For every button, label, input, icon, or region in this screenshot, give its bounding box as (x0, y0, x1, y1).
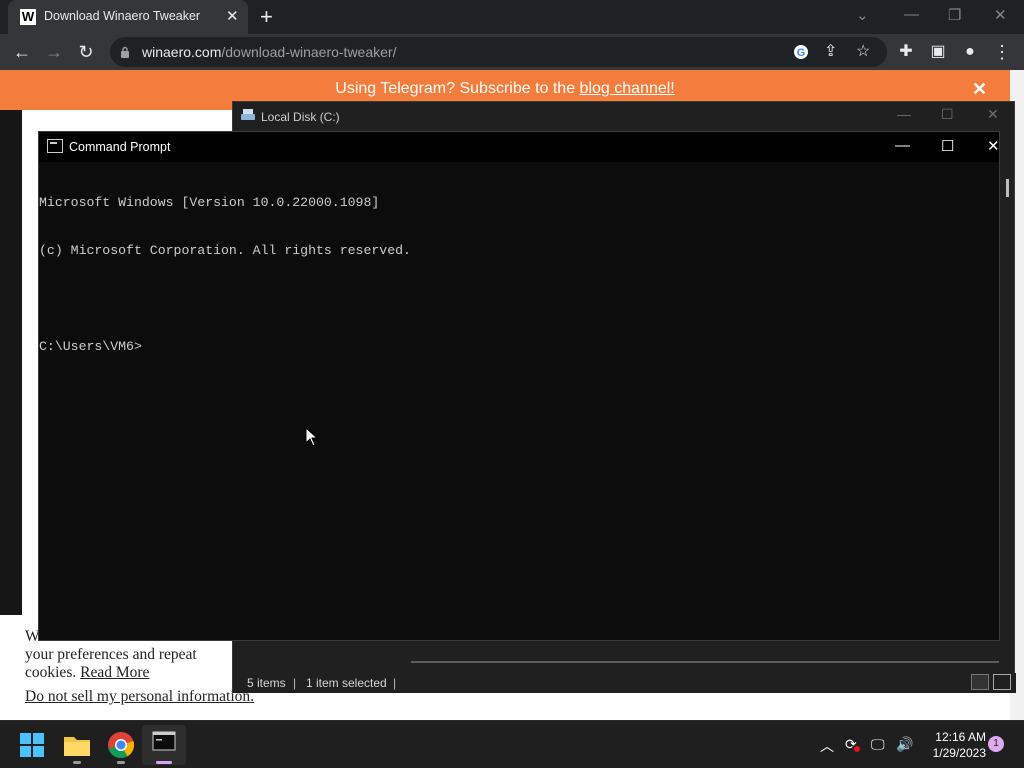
tab-title: Download Winaero Tweaker (44, 9, 201, 23)
chrome-running-indicator (117, 761, 125, 764)
banner-text: Using Telegram? Subscribe to the blog ch… (0, 80, 1010, 98)
console-line: Microsoft Windows [Version 10.0.22000.10… (39, 195, 380, 210)
cmd-titlebar[interactable]: Command Prompt — ☐ ✕ (39, 132, 1000, 162)
do-not-sell-text: Do not sell my personal information (25, 688, 251, 705)
tab-close-icon[interactable]: ✕ (226, 7, 239, 25)
explorer-maximize-button[interactable]: ☐ (941, 106, 954, 123)
details-view-icon[interactable] (971, 674, 989, 690)
back-arrow-icon[interactable]: ← (10, 40, 34, 64)
do-not-sell-link[interactable]: Do not sell my personal information. (25, 688, 254, 706)
browser-minimize-button[interactable]: — (904, 6, 919, 23)
items-count: 5 items (247, 676, 286, 690)
explorer-running-indicator (73, 761, 81, 764)
cmd-close-button[interactable]: ✕ (987, 137, 1000, 155)
clock-time[interactable]: 12:16 AM (926, 730, 986, 744)
banner-close-icon[interactable]: ✕ (972, 79, 987, 100)
address-bar[interactable]: winaero.com/download-winaero-tweaker/ G … (110, 37, 887, 67)
browser-close-button[interactable]: ✕ (994, 6, 1007, 24)
cmd-title: Command Prompt (69, 140, 171, 154)
explorer-minimize-button[interactable]: — (897, 106, 911, 122)
browser-tab-strip: W Download Winaero Tweaker ✕ + ⌄ — ❐ ✕ (0, 0, 1024, 34)
file-explorer-folder-icon[interactable] (61, 729, 93, 761)
winaero-favicon-icon: W (20, 9, 36, 25)
lock-icon[interactable] (120, 46, 130, 58)
read-more-link[interactable]: Read More (80, 664, 149, 681)
share-icon[interactable]: ⇪ (824, 41, 837, 61)
tray-overflow-chevron-icon[interactable]: ︿ (820, 736, 834, 756)
explorer-horizontal-scrollbar[interactable] (411, 661, 999, 663)
taskbar: ︿ ⟳ 🖵 🔊 12:16 AM 1/29/2023 1 (0, 720, 1024, 768)
selected-count: 1 item selected (306, 676, 387, 690)
cookie-line-3: cookies. (25, 664, 77, 681)
status-divider: | (393, 676, 397, 690)
large-icons-view-icon[interactable] (993, 674, 1011, 690)
cmd-scrollbar-thumb[interactable] (1006, 179, 1009, 197)
cmd-taskbar-button[interactable] (142, 725, 186, 765)
browser-tab[interactable]: W Download Winaero Tweaker ✕ (8, 0, 248, 34)
sync-error-dot-icon (854, 746, 860, 752)
svg-text:G: G (797, 47, 806, 59)
explorer-status-bar: 5 items | 1 item selected | (233, 673, 1016, 693)
url-host: winaero.com (142, 44, 222, 60)
drive-icon (241, 109, 255, 120)
side-panel-icon[interactable]: ▣ (926, 40, 950, 64)
console-line: (c) Microsoft Corporation. All rights re… (39, 243, 411, 258)
page-dark-strip (0, 110, 22, 615)
explorer-title: Local Disk (C:) (261, 110, 340, 124)
browser-restore-button[interactable]: ❐ (948, 6, 961, 24)
bookmark-star-icon[interactable]: ☆ (856, 41, 870, 61)
cmd-icon (47, 139, 63, 153)
network-icon[interactable]: 🖵 (871, 736, 885, 753)
start-windows-icon[interactable] (16, 729, 48, 761)
extensions-puzzle-icon[interactable]: ✚ (894, 40, 918, 64)
new-tab-button[interactable]: + (260, 4, 273, 30)
tab-search-chevron-icon[interactable]: ⌄ (856, 6, 869, 24)
forward-arrow-icon[interactable]: → (42, 40, 66, 64)
notification-badge[interactable]: 1 (988, 736, 1004, 752)
command-prompt-window[interactable]: Command Prompt — ☐ ✕ Microsoft Windows [… (38, 131, 1009, 641)
volume-icon[interactable]: 🔊 (896, 736, 913, 753)
terminal-icon (152, 731, 176, 751)
profile-avatar-icon[interactable]: ● (958, 40, 982, 64)
cmd-console-output[interactable]: Microsoft Windows [Version 10.0.22000.10… (39, 163, 1001, 387)
cmd-active-indicator (156, 761, 172, 764)
cmd-maximize-button[interactable]: ☐ (941, 137, 954, 155)
explorer-close-button[interactable]: ✕ (987, 106, 999, 123)
chrome-icon[interactable] (105, 729, 137, 761)
url-text: winaero.com/download-winaero-tweaker/ (142, 44, 396, 60)
browser-toolbar: ← → ↻ winaero.com/download-winaero-tweak… (0, 34, 1024, 70)
mouse-cursor-icon (305, 427, 319, 447)
reload-icon[interactable]: ↻ (74, 40, 98, 64)
url-path: /download-winaero-tweaker/ (221, 44, 397, 60)
clock-date[interactable]: 1/29/2023 (926, 746, 986, 760)
status-divider: | (293, 676, 297, 690)
console-prompt: C:\Users\VM6> (39, 339, 142, 354)
chrome-menu-icon[interactable]: ⋮ (990, 40, 1014, 64)
cmd-minimize-button[interactable]: — (895, 137, 910, 154)
blog-channel-link[interactable]: blog channel! (580, 80, 675, 97)
google-lens-icon[interactable]: G (792, 43, 810, 61)
banner-text-prefix: Using Telegram? Subscribe to the (335, 80, 580, 97)
